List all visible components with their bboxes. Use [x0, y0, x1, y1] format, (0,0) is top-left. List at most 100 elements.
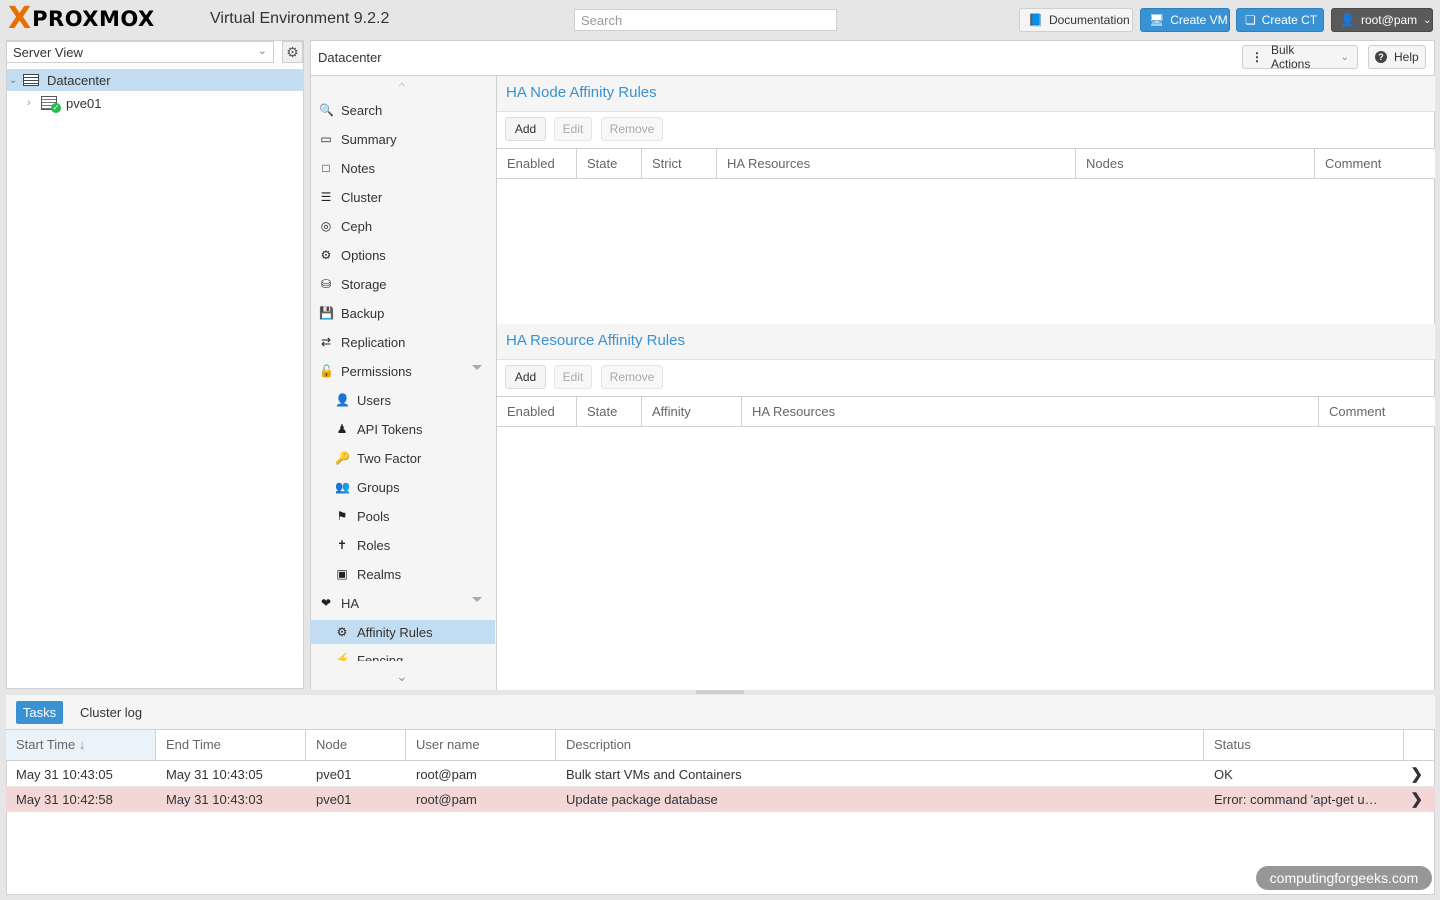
nav-item-label: Fencing — [357, 653, 404, 661]
create-vm-label: Create VM — [1170, 13, 1228, 27]
resource-affinity-grid-header: Enabled State Affinity HA Resources Comm… — [497, 396, 1435, 427]
expand-toggle-icon[interactable]: ⌄ — [9, 75, 23, 86]
nav-item-label: Pools — [357, 508, 390, 524]
database-icon: ⛁ — [320, 277, 332, 291]
user-icon: 👤 — [1340, 13, 1355, 27]
create-ct-button[interactable]: ❏ Create CT — [1236, 8, 1324, 32]
task-row[interactable]: May 31 10:43:05 May 31 10:43:05 pve01 ro… — [6, 762, 1435, 787]
resource-affinity-remove-button[interactable]: Remove — [601, 365, 663, 389]
nav-item-label: Two Factor — [357, 450, 422, 466]
view-settings-button[interactable]: ⚙ — [282, 41, 303, 63]
node-affinity-title: HA Node Affinity Rules — [497, 76, 1435, 112]
column-header[interactable]: User name — [406, 730, 556, 760]
help-button[interactable]: ? Help — [1368, 45, 1426, 69]
tree-item-node[interactable]: › ✓ pve01 — [7, 92, 304, 114]
node-affinity-add-button[interactable]: Add — [505, 117, 546, 141]
nav-item-roles[interactable]: ✝ Roles — [310, 533, 495, 557]
sort-desc-icon: ↓ — [78, 737, 86, 752]
column-header[interactable]: HA Resources — [717, 149, 1076, 178]
unlock-icon: 🔓 — [319, 364, 334, 378]
nav-item-api-tokens[interactable]: ♟ API Tokens — [310, 417, 495, 441]
chevron-right-icon[interactable]: ❯ — [1410, 790, 1423, 808]
server-icon: ☰ — [320, 190, 332, 204]
search-input[interactable] — [574, 9, 837, 31]
collapse-icon[interactable] — [472, 597, 482, 602]
column-header[interactable]: State — [577, 149, 642, 178]
proxmox-logo[interactable]: X PROXMOX — [8, 3, 155, 35]
column-header[interactable]: Enabled — [497, 397, 577, 426]
column-header[interactable]: Comment — [1319, 397, 1435, 426]
create-ct-label: Create CT — [1261, 13, 1318, 27]
help-label: Help — [1394, 50, 1419, 64]
column-header[interactable]: Status — [1204, 730, 1404, 760]
column-header[interactable]: State — [577, 397, 642, 426]
nav-item-affinity-rules[interactable]: ⚙ Affinity Rules — [310, 620, 495, 644]
nav-item-users[interactable]: 👤 Users — [310, 388, 495, 412]
column-header[interactable]: Affinity — [642, 397, 742, 426]
nav-item-label: Backup — [341, 305, 385, 321]
column-header[interactable]: HA Resources — [742, 397, 1319, 426]
nav-item-ha[interactable]: ❤ HA — [310, 591, 495, 615]
nav-item-cluster[interactable]: ☰ Cluster — [310, 185, 495, 209]
collapse-icon[interactable] — [472, 365, 482, 370]
nav-item-search[interactable]: 🔍 Search — [310, 98, 495, 122]
column-header[interactable]: Nodes — [1076, 149, 1315, 178]
nav-item-groups[interactable]: 👥 Groups — [310, 475, 495, 499]
nav-item-permissions[interactable]: 🔓 Permissions — [310, 359, 495, 383]
nav-item-options[interactable]: ⚙ Options — [310, 243, 495, 267]
datacenter-icon — [23, 74, 39, 86]
user-label: root@pam — [1360, 13, 1418, 27]
column-header[interactable]: End Time — [156, 730, 306, 760]
panel-splitter-handle[interactable] — [696, 690, 744, 694]
nav-item-storage[interactable]: ⛁ Storage — [310, 272, 495, 296]
chevron-right-icon[interactable]: › — [27, 97, 41, 109]
node-affinity-edit-button[interactable]: Edit — [554, 117, 592, 141]
node-affinity-remove-button[interactable]: Remove — [601, 117, 663, 141]
tags-icon: ⚑ — [336, 509, 348, 523]
task-row-error[interactable]: May 31 10:42:58 May 31 10:43:03 pve01 ro… — [6, 787, 1435, 812]
view-selector[interactable]: Server View ⌄ — [6, 41, 274, 63]
nav-item-ceph[interactable]: ◎ Ceph — [310, 214, 495, 238]
column-header[interactable]: Strict — [642, 149, 717, 178]
users-icon: 👥 — [335, 480, 350, 494]
column-header[interactable]: Comment — [1315, 149, 1435, 178]
nav-item-notes[interactable]: □ Notes — [310, 156, 495, 180]
task-start-time: May 31 10:42:58 — [16, 791, 113, 807]
nav-item-fencing[interactable]: ⚡ Fencing — [310, 649, 495, 661]
column-header[interactable]: Enabled — [497, 149, 577, 178]
column-header-start-time[interactable]: Start Time ↓ — [6, 730, 156, 760]
tab-cluster-log[interactable]: Cluster log — [80, 705, 142, 720]
nav-item-two-factor[interactable]: 🔑 Two Factor — [310, 446, 495, 470]
gears-icon: ⚙ — [336, 625, 348, 639]
tree-item-label: Datacenter — [47, 72, 111, 88]
note-icon: □ — [322, 161, 330, 175]
task-node: pve01 — [316, 766, 352, 782]
chevron-right-icon[interactable]: ❯ — [1410, 765, 1423, 783]
tree-item-label: pve01 — [66, 95, 102, 111]
scroll-down-icon[interactable]: ⌄ — [396, 668, 408, 685]
nav-item-label: Search — [341, 102, 383, 118]
bulk-actions-button[interactable]: ⋮ Bulk Actions ⌄ — [1242, 43, 1358, 71]
task-user: root@pam — [416, 791, 477, 807]
scroll-up-icon[interactable]: ⌃ — [396, 80, 408, 97]
tab-tasks[interactable]: Tasks — [16, 701, 63, 724]
documentation-button[interactable]: 📘 Documentation — [1019, 8, 1133, 32]
resource-affinity-edit-button[interactable]: Edit — [554, 365, 592, 389]
resource-affinity-add-button[interactable]: Add — [505, 365, 546, 389]
column-header[interactable]: Description — [556, 730, 1204, 760]
user-menu-button[interactable]: 👤 root@pam ⌄ — [1331, 8, 1433, 32]
nav-item-backup[interactable]: 💾 Backup — [310, 301, 495, 325]
chevron-down-icon: ⌄ — [257, 45, 267, 57]
watermark-badge: computingforgeeks.com — [1256, 866, 1432, 890]
nav-item-label: Notes — [341, 160, 375, 176]
key-icon: 🔑 — [335, 451, 350, 465]
create-vm-button[interactable]: 🖥 Create VM — [1140, 8, 1230, 32]
tree-item-datacenter[interactable]: ⌄ Datacenter — [7, 69, 304, 91]
resource-tree-panel — [6, 40, 304, 689]
nav-item-summary[interactable]: ▭ Summary — [310, 127, 495, 151]
logo-word: PROXMOX — [32, 7, 155, 31]
nav-item-pools[interactable]: ⚑ Pools — [310, 504, 495, 528]
nav-item-replication[interactable]: ⇄ Replication — [310, 330, 495, 354]
nav-item-realms[interactable]: ▣ Realms — [310, 562, 495, 586]
column-header[interactable]: Node — [306, 730, 406, 760]
